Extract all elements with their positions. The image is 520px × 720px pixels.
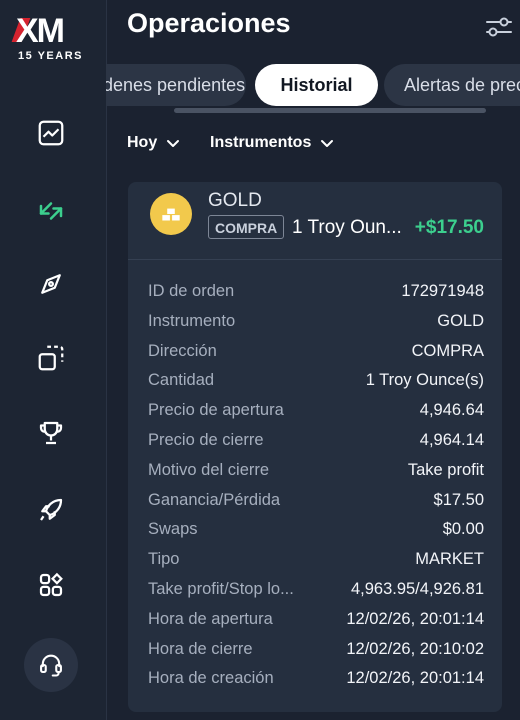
detail-value: $0.00 (442, 520, 484, 539)
detail-label: Instrumento (148, 311, 236, 330)
detail-row: Motivo del cierre Take profit (148, 461, 484, 485)
detail-value: $17.50 (433, 490, 484, 509)
logo-sub: 15 YEARS (18, 50, 83, 62)
chart-icon[interactable] (33, 115, 69, 151)
detail-row: Take profit/Stop lo... 4,963.95/4,926.81 (148, 580, 484, 604)
side-badge: COMPRA (208, 215, 285, 239)
headset-icon (40, 654, 62, 677)
tab-history[interactable]: Historial (255, 64, 378, 106)
trade-symbol: GOLD (208, 190, 262, 211)
tabs-bar: Órdenes pendientes Historial Alertas de … (106, 62, 520, 110)
detail-row: ID de orden 172971948 (148, 282, 484, 306)
detail-label: Precio de cierre (148, 431, 264, 449)
date-filter-dropdown[interactable]: Hoy (127, 134, 181, 152)
detail-value: Take profit (407, 460, 484, 479)
detail-row: Swaps $0.00 (148, 520, 484, 544)
detail-label: Take profit/Stop lo... (148, 580, 294, 598)
chevron-down-icon (167, 140, 180, 147)
trade-quantity: 1 Troy Oun... (292, 217, 402, 238)
detail-value: 4,964.14 (419, 431, 484, 449)
page-title: Operaciones (127, 8, 291, 38)
detail-row: Precio de cierre 4,964.14 (148, 431, 484, 455)
xm-logo[interactable]: XM 15 YEARS (11, 12, 86, 64)
detail-value: MARKET (415, 550, 484, 569)
tab-price-alerts[interactable]: Alertas de precio (384, 64, 520, 106)
date-filter-label: Hoy (127, 134, 158, 151)
detail-label: Precio de apertura (148, 401, 284, 420)
detail-label: Cantidad (148, 371, 215, 390)
detail-row: Dirección COMPRA (148, 342, 484, 366)
detail-value: 1 Troy Ounce(s) (365, 371, 484, 390)
compass-icon[interactable] (33, 266, 69, 302)
logo-text: XM (16, 12, 65, 50)
instruments-filter-dropdown[interactable]: Instrumentos (210, 134, 335, 152)
detail-value: 12/02/26, 20:01:14 (346, 669, 484, 688)
detail-label: Tipo (148, 550, 180, 569)
detail-label: Hora de cierre (148, 639, 253, 658)
detail-label: ID de orden (148, 282, 235, 300)
detail-value: 4,946.64 (419, 401, 484, 420)
detail-row: Cantidad 1 Troy Ounce(s) (148, 371, 484, 395)
trade-card[interactable]: GOLD COMPRA 1 Troy Oun... +$17.50 ID de … (128, 182, 502, 712)
rocket-icon[interactable] (33, 492, 69, 528)
detail-value: GOLD (437, 311, 484, 330)
tabs-scrollbar[interactable] (174, 108, 486, 113)
detail-row: Tipo MARKET (148, 550, 484, 574)
apps-grid-icon[interactable] (33, 567, 69, 603)
trade-pnl: +$17.50 (414, 217, 484, 238)
detail-row: Ganancia/Pérdida $17.50 (148, 491, 484, 515)
detail-value: 12/02/26, 20:01:14 (346, 609, 484, 628)
detail-value: 12/02/26, 20:10:02 (346, 639, 484, 658)
detail-label: Motivo del cierre (148, 460, 270, 479)
detail-row: Precio de apertura 4,946.64 (148, 401, 484, 425)
instruments-filter-label: Instrumentos (210, 134, 312, 151)
detail-value: 4,963.95/4,926.81 (350, 580, 484, 598)
sidebar: XM 15 YEARS (0, 0, 107, 720)
trade-arrows-icon[interactable] (33, 193, 69, 229)
detail-row: Hora de creación 12/02/26, 20:01:14 (148, 669, 484, 693)
detail-label: Dirección (148, 341, 217, 360)
detail-row: Hora de apertura 12/02/26, 20:01:14 (148, 610, 484, 634)
detail-value: 172971948 (401, 282, 484, 300)
detail-value: COMPRA (411, 341, 484, 360)
detail-label: Ganancia/Pérdida (148, 490, 281, 509)
copy-squares-icon[interactable] (33, 340, 69, 376)
detail-row: Instrumento GOLD (148, 312, 484, 336)
detail-row: Hora de cierre 12/02/26, 20:10:02 (148, 640, 484, 664)
chevron-down-icon (321, 140, 334, 147)
detail-label: Hora de apertura (148, 609, 273, 628)
tab-pending-orders[interactable]: Órdenes pendientes (106, 64, 246, 106)
gold-bars-icon (150, 193, 192, 235)
detail-label: Hora de creación (148, 669, 274, 688)
settings-sliders-icon[interactable] (484, 14, 514, 40)
detail-label: Swaps (148, 520, 198, 539)
divider (128, 259, 502, 260)
support-button[interactable] (24, 638, 78, 692)
trophy-icon[interactable] (33, 415, 69, 451)
